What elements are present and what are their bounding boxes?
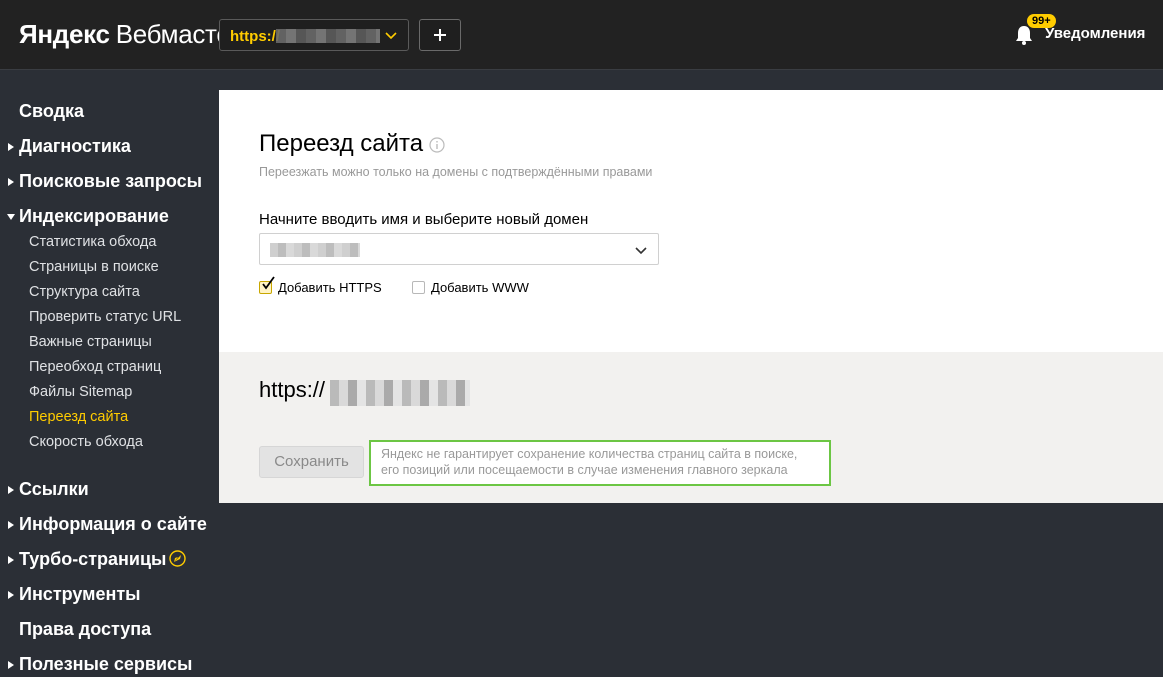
checkmark-icon bbox=[262, 276, 275, 290]
checkbox-label: Добавить HTTPS bbox=[278, 280, 382, 295]
sidebar-item-label: Диагностика bbox=[19, 136, 131, 156]
save-button[interactable]: Сохранить bbox=[259, 446, 364, 478]
checkbox-box bbox=[412, 281, 425, 294]
sidebar-item-label: Поисковые запросы bbox=[19, 171, 202, 191]
page-subtitle: Переезжать можно только на домены с подт… bbox=[259, 165, 653, 179]
new-domain-select[interactable] bbox=[259, 233, 659, 265]
caret-right-icon bbox=[8, 521, 14, 529]
sidebar-item-label: Индексирование bbox=[19, 206, 169, 226]
site-url-redacted bbox=[276, 29, 380, 43]
sidebar-subitem-recrawl[interactable]: Переобход страниц bbox=[29, 359, 161, 375]
domain-value-redacted bbox=[270, 243, 360, 257]
site-move-summary: https:// Сохранить Яндекс не гарантирует… bbox=[219, 352, 1163, 503]
notifications-label: Уведомления bbox=[1045, 25, 1146, 42]
sidebar-subitem-crawl-rate[interactable]: Скорость обхода bbox=[29, 434, 143, 450]
sidebar-subitem-check-url[interactable]: Проверить статус URL bbox=[29, 309, 181, 325]
sidebar-item-label: Турбо-страницы bbox=[19, 549, 167, 569]
sidebar-item-label: Права доступа bbox=[19, 619, 152, 639]
sidebar-subitem-site-move[interactable]: Переезд сайта bbox=[29, 409, 128, 425]
sidebar-item-label: Инструменты bbox=[19, 584, 141, 604]
top-header: Яндекс Вебмастер https:// 99+ Уведомления bbox=[0, 0, 1163, 70]
chevron-down-icon bbox=[385, 32, 397, 40]
chevron-down-icon bbox=[635, 247, 647, 255]
sidebar-subitem-crawl-stats[interactable]: Статистика обхода bbox=[29, 234, 156, 250]
info-icon[interactable] bbox=[429, 137, 445, 153]
caret-right-icon bbox=[8, 591, 14, 599]
rocket-icon bbox=[169, 550, 187, 567]
sidebar-item-label: Полезные сервисы bbox=[19, 654, 193, 674]
sidebar-subitem-site-structure[interactable]: Структура сайта bbox=[29, 284, 140, 300]
plus-icon bbox=[434, 29, 446, 41]
logo[interactable]: Яндекс Вебмастер bbox=[19, 19, 245, 50]
add-site-button[interactable] bbox=[419, 19, 461, 51]
domain-field-label: Начните вводить имя и выберите новый дом… bbox=[259, 211, 589, 228]
site-move-form: Переезд сайта Переезжать можно только на… bbox=[219, 90, 1163, 352]
notifications-button[interactable]: 99+ Уведомления bbox=[1005, 14, 1155, 54]
logo-brand: Яндекс bbox=[19, 19, 110, 49]
sidebar-item-label: Сводка bbox=[19, 101, 85, 121]
sidebar-item-label: Ссылки bbox=[19, 479, 89, 499]
current-site-url-redacted bbox=[330, 380, 470, 406]
caret-down-icon bbox=[7, 214, 15, 220]
sidebar: Сводка Диагностика Поисковые запросы Инд… bbox=[0, 71, 219, 677]
caret-right-icon bbox=[8, 486, 14, 494]
sidebar-item-label: Информация о сайте bbox=[19, 514, 207, 534]
site-url-prefix: https:// bbox=[230, 28, 280, 45]
mirror-warning: Яндекс не гарантирует сохранение количес… bbox=[369, 440, 831, 486]
page-title: Переезд сайта bbox=[259, 130, 424, 157]
caret-right-icon bbox=[8, 661, 14, 669]
sidebar-subitem-important-pages[interactable]: Важные страницы bbox=[29, 334, 152, 350]
checkbox-label: Добавить WWW bbox=[431, 280, 529, 295]
site-selector[interactable]: https:// bbox=[219, 19, 409, 51]
current-site-url: https:// bbox=[259, 377, 326, 402]
caret-right-icon bbox=[8, 556, 14, 564]
sidebar-subitem-pages-in-search[interactable]: Страницы в поиске bbox=[29, 259, 159, 275]
caret-right-icon bbox=[8, 143, 14, 151]
sidebar-subitem-sitemap[interactable]: Файлы Sitemap bbox=[29, 384, 132, 400]
caret-right-icon bbox=[8, 178, 14, 186]
sidebar-item-text-wrap: Турбо-страницы bbox=[19, 549, 187, 570]
